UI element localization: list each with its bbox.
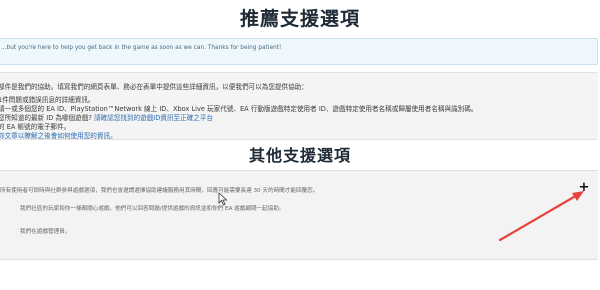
notice-banner: ...but you're here to help you get back … [0,38,598,65]
option-line-3: 我們在遊戲管理員。 [20,229,71,235]
section-title: 其他支援選項 [248,146,351,165]
platform-id-link[interactable]: 請確認您找到的遊戲ID資訊至正確之平台 [94,114,213,122]
info-line-1: 部件是我們的協助。填寫我們的網頁表單、務必在表單中提供這些詳細資訊，以便我們可以… [0,83,308,91]
other-options-panel: 所有使用者可即時與社群參與遊戲選項，我們也會邀請選擇協助建議服務用其時間，回應可… [0,170,598,260]
info-panel: 部件是我們的協助。填寫我們的網頁表單、務必在表單中提供這些詳細資訊，以便我們可以… [0,72,598,140]
expand-plus-button[interactable]: + [578,181,590,194]
privacy-link[interactable]: 你文章以瞭解之後會如何使用您的資訊。 [0,130,117,140]
notice-text: ...but you're here to help you get back … [1,45,282,51]
mouse-cursor-icon [218,192,228,206]
option-line-1: 所有使用者可即時與社群參與遊戲選項，我們也會邀請選擇協助建議服務用其時間，回應可… [0,188,319,194]
option-line-2: 我們社區的玩家和你一樣都關心遊戲，他們可以回答問題/提供遊戲的資訊並和你們 EA… [20,206,285,212]
page-title: 推薦支援選項 [239,8,360,30]
